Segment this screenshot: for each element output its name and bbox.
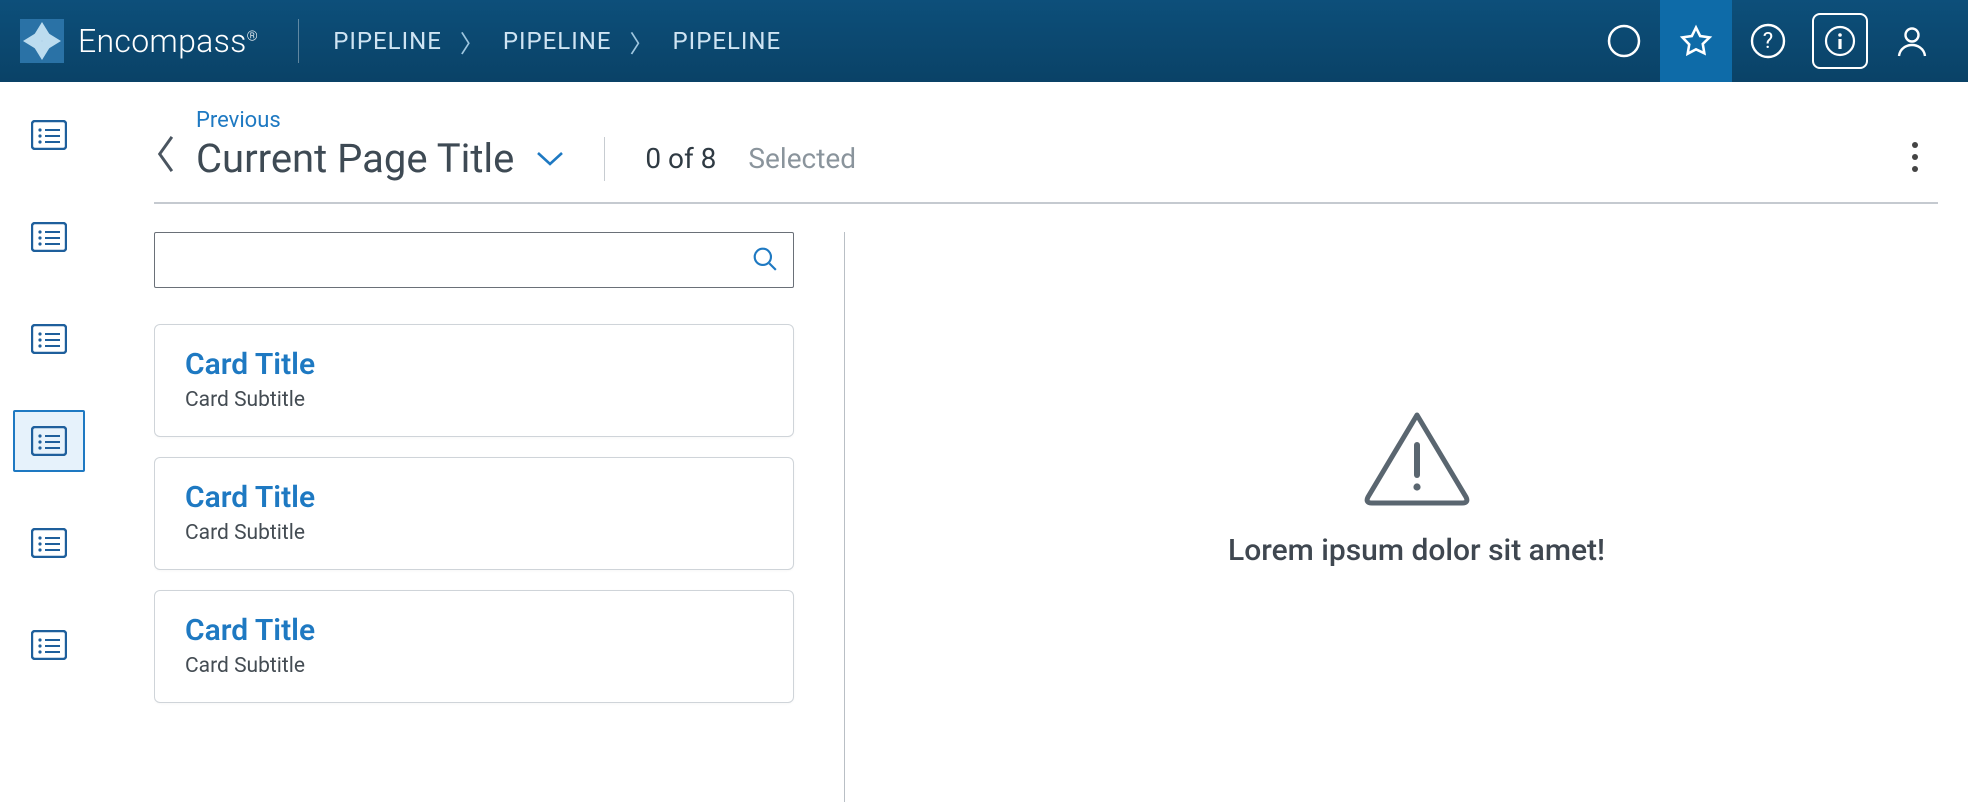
selection-count: 0 of 8 — [645, 142, 716, 175]
question-icon: ? — [1750, 23, 1786, 59]
warning-icon — [1362, 407, 1472, 507]
list-icon — [31, 324, 67, 354]
brand-logo-icon — [20, 19, 64, 63]
favorite-button[interactable] — [1660, 0, 1732, 82]
header-rule — [154, 202, 1938, 204]
chevron-right-icon: 〉 — [630, 24, 655, 59]
title-divider — [604, 137, 605, 181]
help-button[interactable]: ? — [1732, 0, 1804, 82]
back-button[interactable] — [154, 132, 180, 176]
sidenav-item[interactable] — [13, 104, 85, 166]
card[interactable]: Card Title Card Subtitle — [154, 457, 794, 570]
sidenav-item[interactable] — [13, 512, 85, 574]
selection-label: Selected — [748, 142, 856, 175]
page-header: Previous Current Page Title 0 of 8 Selec… — [154, 108, 1938, 182]
star-icon — [1679, 24, 1713, 58]
info-icon — [1824, 25, 1856, 57]
info-button[interactable] — [1804, 0, 1876, 82]
list-icon — [31, 426, 67, 456]
brand[interactable]: Encompass® — [20, 19, 258, 63]
sidenav-item[interactable] — [13, 614, 85, 676]
breadcrumb-item[interactable]: PIPELINE — [503, 27, 612, 55]
card-title: Card Title — [185, 480, 763, 515]
header-divider — [298, 19, 299, 63]
list-icon — [31, 630, 67, 660]
card-title: Card Title — [185, 613, 763, 648]
card[interactable]: Card Title Card Subtitle — [154, 590, 794, 703]
card-subtitle: Card Subtitle — [185, 654, 763, 678]
list-icon — [31, 120, 67, 150]
user-button[interactable] — [1876, 0, 1948, 82]
search-icon[interactable] — [752, 246, 778, 272]
breadcrumb: PIPELINE 〉 PIPELINE 〉 PIPELINE — [333, 24, 781, 59]
empty-message: Lorem ipsum dolor sit amet! — [1228, 533, 1605, 568]
sidenav-item[interactable] — [13, 308, 85, 370]
search-box — [154, 232, 794, 288]
chevron-right-icon: 〉 — [460, 24, 485, 59]
sidenav-item[interactable] — [13, 206, 85, 268]
previous-link[interactable]: Previous — [196, 108, 856, 133]
circle-icon — [1607, 24, 1641, 58]
breadcrumb-item[interactable]: PIPELINE — [333, 27, 442, 55]
svg-text:?: ? — [1763, 29, 1773, 54]
app-header: Encompass® PIPELINE 〉 PIPELINE 〉 PIPELIN… — [0, 0, 1968, 82]
side-nav — [0, 82, 98, 802]
card-subtitle: Card Subtitle — [185, 388, 763, 412]
card-list: Card Title Card Subtitle Card Title Card Su… — [154, 324, 794, 703]
list-icon — [31, 528, 67, 558]
list-icon — [31, 222, 67, 252]
card-title: Card Title — [185, 347, 763, 382]
status-circle-button[interactable] — [1588, 0, 1660, 82]
page-title: Current Page Title — [196, 135, 514, 182]
card-subtitle: Card Subtitle — [185, 521, 763, 545]
ellipsis-vertical-icon — [1912, 142, 1918, 172]
title-dropdown[interactable] — [536, 150, 564, 168]
panel-divider — [844, 232, 845, 802]
user-icon — [1895, 24, 1929, 58]
sidenav-item[interactable] — [13, 410, 85, 472]
empty-state: Lorem ipsum dolor sit amet! — [895, 232, 1938, 802]
breadcrumb-item[interactable]: PIPELINE — [673, 27, 782, 55]
search-input[interactable] — [154, 232, 794, 288]
brand-name: Encompass® — [78, 22, 258, 60]
more-actions-button[interactable] — [1892, 132, 1938, 182]
card[interactable]: Card Title Card Subtitle — [154, 324, 794, 437]
